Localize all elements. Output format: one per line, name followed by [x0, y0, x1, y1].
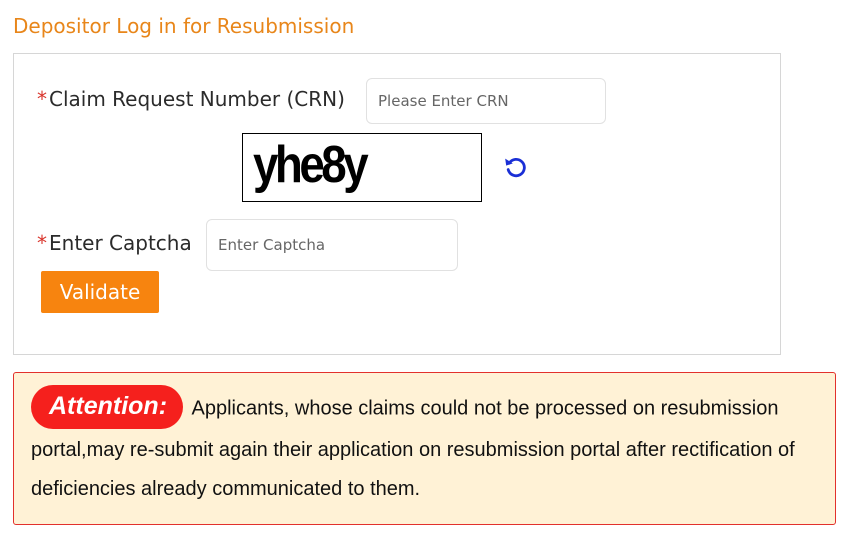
crn-label-text: Claim Request Number (CRN) — [49, 87, 345, 111]
attention-text-block: Attention: Applicants, whose claims coul… — [31, 385, 821, 509]
captcha-label: * Enter Captcha — [37, 231, 192, 255]
captcha-image-text: yhe8y — [253, 136, 369, 194]
crn-label: * Claim Request Number (CRN) — [37, 87, 345, 111]
page-title: Depositor Log in for Resubmission — [13, 14, 355, 38]
refresh-icon — [505, 158, 526, 178]
attention-badge: Attention: — [31, 385, 184, 429]
refresh-captcha-button[interactable] — [502, 153, 530, 181]
validate-button[interactable]: Validate — [41, 271, 159, 313]
required-asterisk: * — [37, 231, 47, 255]
captcha-input[interactable] — [206, 219, 458, 271]
attention-notice: Attention: Applicants, whose claims coul… — [13, 372, 836, 525]
crn-input[interactable] — [366, 78, 606, 124]
required-asterisk: * — [37, 87, 47, 111]
captcha-label-text: Enter Captcha — [49, 231, 192, 255]
captcha-image: yhe8y — [242, 133, 482, 202]
